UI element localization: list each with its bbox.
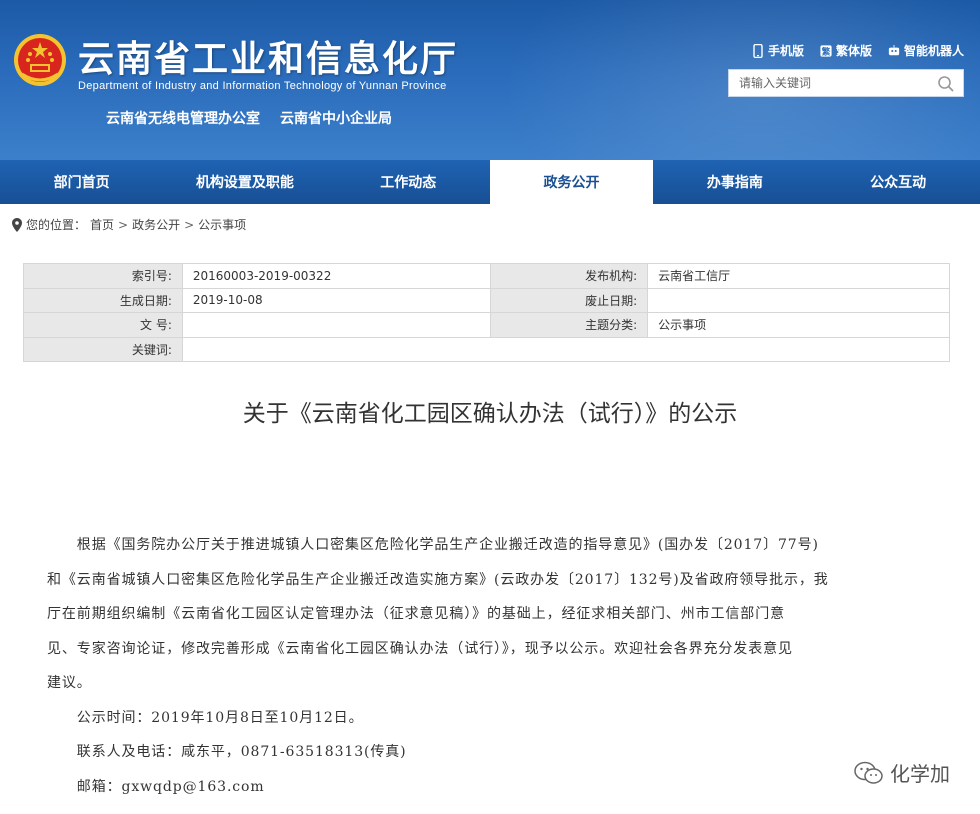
nav-item-service-guide[interactable]: 办事指南 <box>653 160 816 204</box>
sub-links: 云南省无线电管理办公室 云南省中小企业局 <box>106 108 392 128</box>
wechat-watermark: 化学加 <box>854 758 950 787</box>
article-line: 见、专家咨询论证，修改完善形成《云南省化工园区确认办法（试行）》，现予以公示。欢… <box>47 640 793 657</box>
created-date-value: 2019-10-08 <box>181 287 492 313</box>
search-input[interactable] <box>729 70 929 96</box>
expiry-date-label: 废止日期: <box>490 287 649 313</box>
article-line: 根据《国务院办公厅关于推进城镇人口密集区危险化学品生产企业搬迁改造的指导意见》(… <box>47 537 819 553</box>
site-subtitle: Department of Industry and Information T… <box>78 80 447 92</box>
breadcrumb-separator: > <box>118 217 129 232</box>
nav-item-government-affairs[interactable]: 政务公开 <box>489 160 654 204</box>
article-title: 关于《云南省化工园区确认办法（试行）》的公示 <box>242 401 738 427</box>
article-line-notice-period: 公示时间：2019年10月8日至10月12日。 <box>47 709 364 726</box>
topic-category-value: 公示事项 <box>647 312 950 338</box>
topic-category-label: 主题分类: <box>490 312 649 338</box>
info-row: 文 号: 主题分类: 公示事项 <box>23 312 950 338</box>
national-emblem-icon[interactable] <box>12 32 68 88</box>
sub-link-sme-bureau[interactable]: 云南省中小企业局 <box>280 108 392 128</box>
location-pin-icon <box>12 217 22 232</box>
breadcrumb-separator: > <box>184 217 195 232</box>
document-number-label: 文 号: <box>23 312 183 338</box>
created-date-label: 生成日期: <box>23 287 183 313</box>
article-line-email: 邮箱：gxwqdp@163.com <box>47 778 265 795</box>
index-number-value: 20160003-2019-00322 <box>181 263 492 289</box>
breadcrumb-government-affairs[interactable]: 政务公开 <box>132 216 180 233</box>
article-line-contact: 联系人及电话：咸东平，0871-63518313(传真) <box>47 744 407 760</box>
site-title[interactable]: 云南省工业和信息化厅 <box>78 30 458 82</box>
article-line: 建议。 <box>47 675 92 691</box>
index-number-label: 索引号: <box>23 263 183 289</box>
keywords-value <box>181 336 951 362</box>
article-line: 和《云南省城镇人口密集区危险化学品生产企业搬迁改造实施方案》(云政办发〔2017… <box>47 571 829 588</box>
breadcrumb: 您的位置： 首页 > 政务公开 > 公示事项 <box>12 216 246 233</box>
watermark-text: 化学加 <box>890 762 950 786</box>
article-body: 根据《国务院办公厅关于推进城镇人口密集区危险化学品生产企业搬迁改造的指导意见》(… <box>47 528 927 804</box>
site-header: 云南省工业和信息化厅 Department of Industry and In… <box>0 0 980 160</box>
document-info-table: 索引号: 20160003-2019-00322 发布机构: 云南省工信厅 生成… <box>23 263 951 362</box>
top-tools: 手机版 繁 繁体版 智能机器人 <box>752 42 964 59</box>
nav-item-organization[interactable]: 机构设置及职能 <box>163 160 326 204</box>
mobile-version-link[interactable]: 手机版 <box>752 42 804 59</box>
main-nav: 部门首页 机构设置及职能 工作动态 政务公开 办事指南 公众互动 <box>0 160 980 204</box>
wechat-icon <box>854 761 883 784</box>
mobile-icon <box>753 43 763 58</box>
nav-item-work-news[interactable]: 工作动态 <box>327 160 490 204</box>
keywords-label: 关键词: <box>23 336 183 362</box>
breadcrumb-public-notice[interactable]: 公示事项 <box>198 216 246 233</box>
publisher-label: 发布机构: <box>490 263 649 289</box>
nav-item-public-interaction[interactable]: 公众互动 <box>816 160 979 204</box>
search-icon[interactable] <box>937 75 955 93</box>
info-row: 关键词: <box>23 336 951 362</box>
traditional-version-link[interactable]: 繁 繁体版 <box>820 42 872 59</box>
mobile-version-label: 手机版 <box>767 44 804 58</box>
robot-icon <box>888 44 900 55</box>
article-line: 厅在前期组织编制《云南省化工园区认定管理办法（征求意见稿）》的基础上，经征求相关… <box>47 606 785 622</box>
traditional-version-label: 繁体版 <box>835 44 872 58</box>
svg-text:繁: 繁 <box>821 45 831 57</box>
breadcrumb-home[interactable]: 首页 <box>90 216 114 233</box>
nav-item-home[interactable]: 部门首页 <box>0 160 163 204</box>
document-number-value <box>181 312 492 338</box>
breadcrumb-prefix: 您的位置： <box>26 218 87 232</box>
info-row: 生成日期: 2019-10-08 废止日期: <box>23 287 950 313</box>
smart-robot-label: 智能机器人 <box>903 44 964 58</box>
info-row: 索引号: 20160003-2019-00322 发布机构: 云南省工信厅 <box>23 263 950 289</box>
smart-robot-link[interactable]: 智能机器人 <box>888 42 964 59</box>
expiry-date-value <box>647 287 950 313</box>
publisher-value: 云南省工信厅 <box>647 263 950 289</box>
sub-link-radio-office[interactable]: 云南省无线电管理办公室 <box>106 108 260 128</box>
traditional-chinese-icon: 繁 <box>820 44 832 57</box>
search-box <box>728 69 964 97</box>
